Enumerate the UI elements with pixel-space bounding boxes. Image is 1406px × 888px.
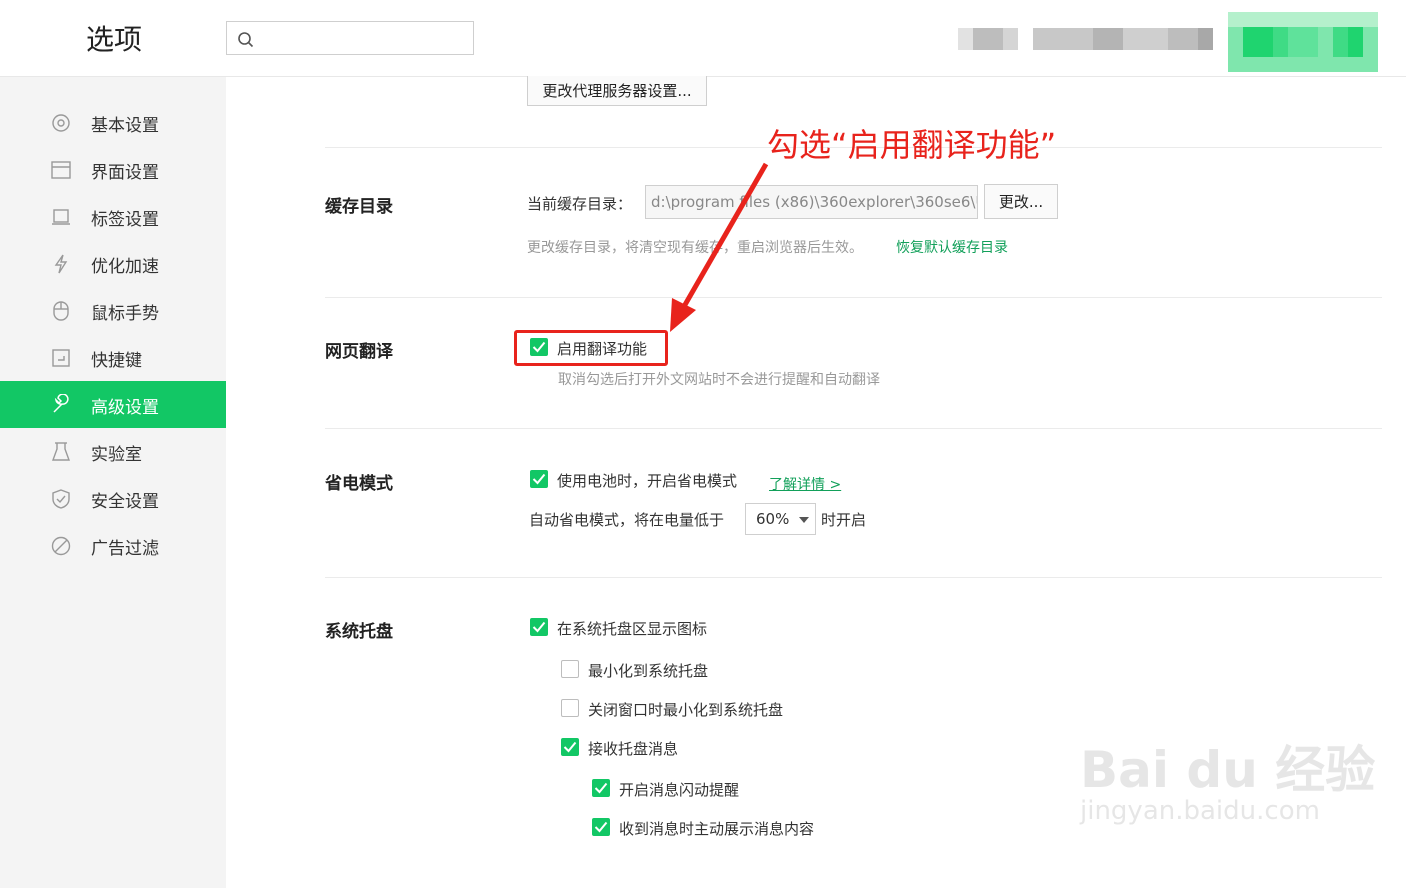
- sidebar-item-shortcuts[interactable]: 快捷键: [0, 334, 226, 381]
- check-icon: [594, 821, 608, 833]
- sidebar: 基本设置 界面设置 标签设置 优化加速 鼠标手势 快捷键 高级设置 实验室 安全…: [0, 77, 226, 888]
- page-title: 选项: [86, 23, 143, 56]
- sidebar-item-advanced[interactable]: 高级设置: [0, 381, 226, 428]
- close-to-tray-checkbox[interactable]: [561, 699, 579, 717]
- divider: [325, 297, 1382, 298]
- change-cache-button[interactable]: 更改...: [984, 184, 1058, 219]
- mouse-icon: [53, 301, 69, 321]
- battery-saver-label[interactable]: 使用电池时，开启省电模式: [557, 470, 737, 491]
- sidebar-item-basic[interactable]: 基本设置: [0, 99, 226, 146]
- keyboard-icon: [52, 349, 70, 367]
- annotation-arrow: [670, 162, 769, 332]
- sidebar-item-label: 界面设置: [91, 163, 159, 183]
- sidebar-item-interface[interactable]: 界面设置: [0, 146, 226, 193]
- minimize-to-tray-label[interactable]: 最小化到系统托盘: [588, 660, 708, 681]
- sidebar-item-label: 优化加速: [91, 257, 159, 277]
- shield-icon: [52, 489, 70, 509]
- chevron-down-icon: [799, 517, 809, 523]
- annotation-text: 勾选“启用翻译功能”: [767, 126, 1057, 164]
- sidebar-item-label: 高级设置: [91, 398, 159, 418]
- receive-tray-messages-checkbox[interactable]: [561, 738, 579, 756]
- flask-icon: [52, 442, 70, 461]
- flash-reminder-label[interactable]: 开启消息闪动提醒: [619, 779, 739, 800]
- divider: [325, 577, 1382, 578]
- sidebar-item-label: 鼠标手势: [91, 304, 159, 324]
- divider: [325, 428, 1382, 429]
- check-icon: [532, 473, 546, 485]
- baidu-watermark: Bai du 经验 jingyan.baidu.com: [1080, 730, 1375, 826]
- close-to-tray-label[interactable]: 关闭窗口时最小化到系统托盘: [588, 699, 783, 720]
- change-proxy-button[interactable]: 更改代理服务器设置...: [527, 76, 707, 106]
- sidebar-item-label: 安全设置: [91, 492, 159, 512]
- cache-section-label: 缓存目录: [325, 197, 393, 217]
- show-tray-icon-label[interactable]: 在系统托盘区显示图标: [557, 618, 707, 639]
- sidebar-item-optimize[interactable]: 优化加速: [0, 240, 226, 287]
- check-icon: [594, 782, 608, 794]
- check-icon: [563, 741, 577, 753]
- tab-icon: [52, 209, 70, 225]
- sidebar-item-label: 快捷键: [91, 351, 142, 371]
- sidebar-item-lab[interactable]: 实验室: [0, 428, 226, 475]
- sidebar-item-label: 广告过滤: [91, 539, 159, 559]
- watermark-logo: Bai du 经验: [1080, 741, 1376, 799]
- minimize-to-tray-checkbox[interactable]: [561, 660, 579, 678]
- search-input[interactable]: [226, 21, 474, 55]
- sidebar-item-label: 实验室: [91, 445, 142, 465]
- sidebar-item-label: 标签设置: [91, 210, 159, 230]
- show-message-content-checkbox[interactable]: [592, 818, 610, 836]
- restore-default-cache-link[interactable]: 恢复默认缓存目录: [896, 237, 1008, 257]
- flash-reminder-checkbox[interactable]: [592, 779, 610, 797]
- auto-saver-suffix: 时开启: [821, 511, 867, 529]
- gear-icon: [52, 114, 70, 132]
- battery-threshold-select[interactable]: 60%: [745, 503, 816, 535]
- sidebar-item-tabs[interactable]: 标签设置: [0, 193, 226, 240]
- power-section-label: 省电模式: [325, 474, 393, 494]
- battery-threshold-value: 60%: [756, 510, 790, 528]
- sidebar-item-label: 基本设置: [91, 116, 159, 136]
- tray-section-label: 系统托盘: [325, 622, 393, 642]
- search-icon: [238, 32, 254, 48]
- lightning-icon: [54, 254, 68, 274]
- receive-tray-messages-label[interactable]: 接收托盘消息: [588, 738, 678, 759]
- block-icon: [51, 536, 71, 556]
- check-icon: [532, 621, 546, 633]
- auto-saver-prefix: 自动省电模式，将在电量低于: [529, 511, 725, 529]
- battery-saver-checkbox[interactable]: [530, 470, 548, 488]
- wrench-icon: [53, 394, 69, 413]
- current-cache-label: 当前缓存目录：: [527, 195, 633, 213]
- translate-section-label: 网页翻译: [325, 342, 393, 362]
- sidebar-item-security[interactable]: 安全设置: [0, 475, 226, 522]
- sidebar-item-adblock[interactable]: 广告过滤: [0, 522, 226, 569]
- blurred-user-button[interactable]: [1228, 12, 1378, 72]
- learn-more-link[interactable]: 了解详情 >: [769, 474, 841, 494]
- annotation-highlight-box: [514, 330, 668, 366]
- translate-hint: 取消勾选后打开外文网站时不会进行提醒和自动翻译: [558, 372, 880, 388]
- header: 选项: [0, 0, 1406, 77]
- sidebar-item-mouse-gesture[interactable]: 鼠标手势: [0, 287, 226, 334]
- show-tray-icon-checkbox[interactable]: [530, 618, 548, 636]
- window-icon: [51, 161, 71, 179]
- show-message-content-label[interactable]: 收到消息时主动展示消息内容: [619, 818, 814, 839]
- blurred-account-area: [958, 22, 1213, 56]
